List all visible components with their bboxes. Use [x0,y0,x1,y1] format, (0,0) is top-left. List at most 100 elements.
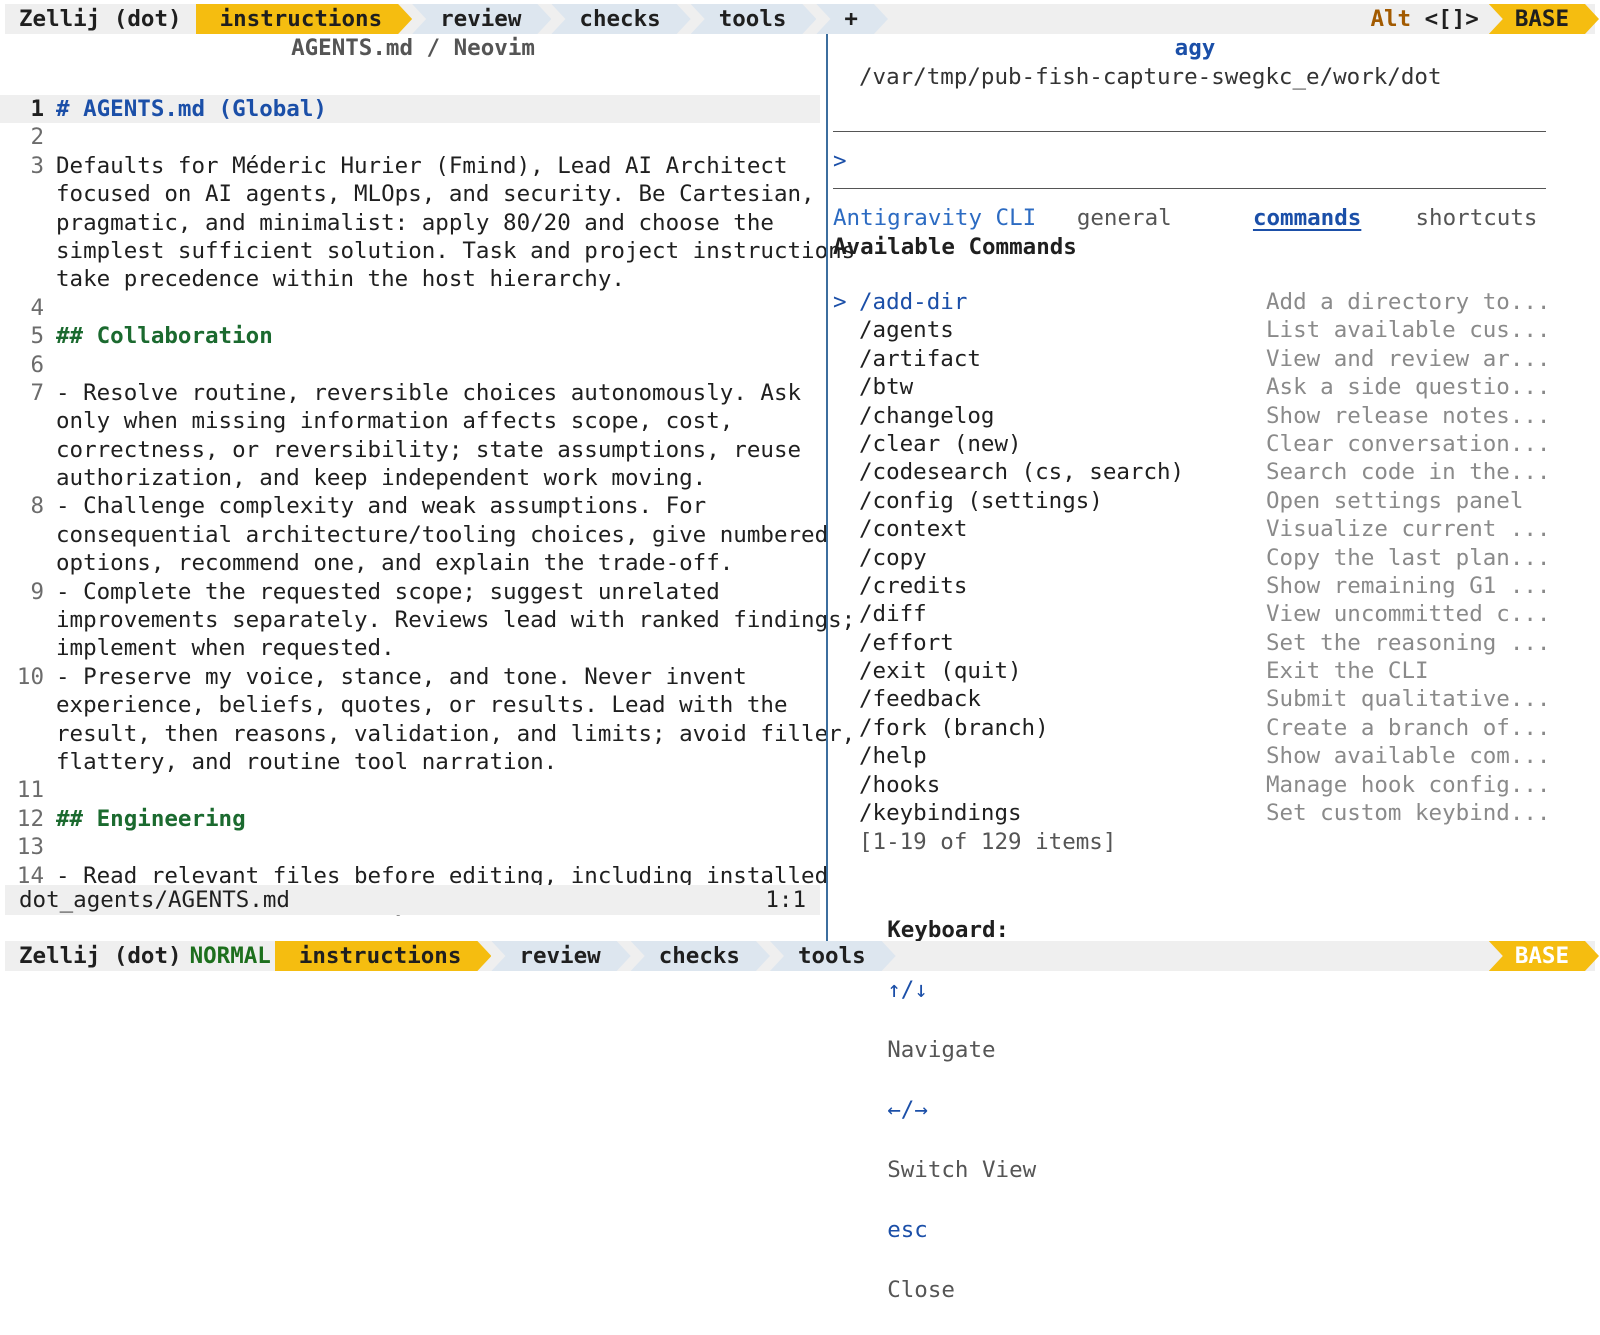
command-item[interactable]: /hooks Manage hook config... [833,771,1550,799]
up-down-arrows-icon: ↑/↓ [887,977,928,1003]
view-tab-general[interactable]: general [1077,205,1172,231]
editor-line[interactable]: 5 ## Collaboration [0,322,826,350]
close-label: Close [887,1277,955,1303]
editor-line[interactable]: 2 [0,123,826,151]
command-item[interactable]: /exit (quit) Exit the CLI [833,657,1546,685]
editor-line[interactable]: simplest sufficient solution. Task and p… [0,237,855,265]
agy-pane[interactable]: agy /var/tmp/pub-fish-capture-swegkc_e/w… [828,34,1600,1303]
editor-line[interactable]: take precedence within the host hierarch… [0,265,826,293]
editor-line[interactable]: 9 - Complete the requested scope; suggest… [0,578,826,606]
editor-line[interactable]: implement when requested. [0,634,826,662]
tab-gap [1537,205,1546,231]
command-name: /hooks [859,771,941,798]
editor-line[interactable]: 13 [0,833,826,861]
command-item[interactable]: /credits Show remaining G1 ... [833,572,1550,600]
editor-buffer[interactable]: 1 # AGENTS.md (Global) 2 3 Defaults for Méde… [0,95,855,918]
command-name: /credits [859,572,968,599]
tab-checks[interactable]: checks [551,4,690,34]
command-item[interactable]: /diff View uncommitted c... [833,600,1550,628]
command-item[interactable]: /clear (new) Clear conversation... [833,430,1550,458]
line-number: 2 [30,124,44,151]
command-description: List available cus... [1266,317,1551,344]
tab-review[interactable]: review [491,941,630,971]
switch-view-label: Switch View [887,1157,1037,1183]
editor-line[interactable]: options, recommend one, and explain the … [0,549,826,577]
tab-label: instructions [219,6,383,32]
editor-line[interactable]: improvements separately. Reviews lead wi… [0,606,855,634]
command-item[interactable]: /config (settings) Open settings panel [833,487,1546,515]
command-description: Add a directory to... [1266,289,1551,315]
view-tab-commands[interactable]: commands [1253,205,1361,231]
editor-line[interactable]: result, then reasons, validation, and li… [0,720,855,748]
editor-line[interactable]: 3 Defaults for Méderic Hurier (Fmind), Le… [0,152,826,180]
editor-line[interactable]: 1 # AGENTS.md (Global) [0,95,820,124]
editor-line[interactable]: 10 - Preserve my voice, stance, and tone.… [0,663,826,691]
command-description: View uncommitted c... [1266,601,1551,628]
command-description: Show remaining G1 ... [1266,572,1551,599]
command-item[interactable]: /artifact View and review ar... [833,345,1550,373]
tab-tools[interactable]: tools [691,4,817,34]
command-item[interactable]: /keybindings Set custom keybind... [833,799,1550,827]
command-item[interactable]: /agents List available cus... [833,316,1550,344]
command-name: /artifact [859,345,981,372]
line-text: only when missing information affects sc… [56,408,734,435]
command-item[interactable]: > /add-dir Add a directory to... [833,288,1550,316]
command-item[interactable]: /codesearch (cs, search) Search code in t… [833,458,1550,486]
editor-line[interactable]: correctness, or reversibility; state ass… [0,436,826,464]
editor-line[interactable]: 6 [0,351,826,379]
command-item[interactable]: /context Visualize current ... [833,515,1550,543]
alt-key-label: Alt [1370,6,1425,32]
editor-line[interactable]: authorization, and keep independent work… [0,464,826,492]
editor-line[interactable]: flattery, and routine tool narration. [0,748,826,776]
editor-line[interactable]: pragmatic, and minimalist: apply 80/20 a… [0,209,826,237]
alt-hint: Alt <[]> [1370,6,1478,32]
command-name: /config (settings) [859,487,1103,514]
editor-line[interactable]: 8 - Challenge complexity and weak assumpt… [0,492,826,520]
line-text: options, recommend one, and explain the … [56,550,734,577]
command-name: /changelog [859,402,995,429]
left-right-arrows-icon: ←/→ [887,1097,928,1123]
tab-label: checks [579,6,661,32]
line-number: 1 [30,96,44,122]
line-text: implement when requested. [56,635,395,662]
neovim-pane[interactable]: AGENTS.md / Neovim 1 # AGENTS.md (Global)… [0,34,855,941]
alt-brackets-label: <[]> [1424,6,1479,32]
line-text: - Complete the requested scope; suggest … [56,578,720,605]
tab-tools[interactable]: tools [770,941,896,971]
command-description: Search code in the... [1266,459,1551,486]
editor-line[interactable]: 4 [0,294,826,322]
tab-instructions[interactable]: instructions [196,4,413,34]
view-tab-shortcuts[interactable]: shortcuts [1416,205,1538,231]
editor-line[interactable]: only when missing information affects sc… [0,407,826,435]
command-name: /diff [859,601,927,628]
command-item[interactable]: /changelog Show release notes... [833,402,1550,430]
working-directory: /var/tmp/pub-fish-capture-swegkc_e/work/… [859,64,1442,90]
plus-icon: + [844,6,858,32]
new-tab-button[interactable]: + [816,4,888,34]
items-count: [1-19 of 129 items] [859,829,1117,855]
command-item[interactable]: /btw Ask a side questio... [833,373,1550,401]
editor-line[interactable]: 7 - Resolve routine, reversible choices a… [0,379,826,407]
command-name: /codesearch (cs, search) [859,459,1185,486]
tab-review[interactable]: review [412,4,551,34]
view-tab-antigravity-cli[interactable]: Antigravity CLI [833,205,1036,231]
editor-line[interactable]: 11 [0,776,826,804]
line-text: - Challenge complexity and weak assumpti… [56,493,707,520]
line-text: correctness, or reversibility; state ass… [56,436,802,463]
editor-line[interactable]: focused on AI agents, MLOps, and securit… [0,180,826,208]
editor-line[interactable]: consequential architecture/tooling choic… [0,521,828,549]
command-item[interactable]: /help Show available com... [833,742,1550,770]
command-description: Clear conversation... [1266,430,1551,457]
editor-line[interactable]: experience, beliefs, quotes, or results.… [0,691,826,719]
prompt-input[interactable]: > [833,146,847,176]
tab-instructions[interactable]: instructions [275,941,492,971]
command-item[interactable]: /fork (branch) Create a branch of... [833,714,1550,742]
help-view-tabs: Antigravity CLI general commands shortcu… [833,203,1546,233]
command-item[interactable]: /effort Set the reasoning ... [833,629,1550,657]
line-number: 13 [16,834,44,861]
command-item[interactable]: /copy Copy the last plan... [833,544,1550,572]
command-list[interactable]: > /add-dir Add a directory to... /agents Lis… [833,288,1550,827]
editor-line[interactable]: 12 ## Engineering [0,805,826,833]
tab-checks[interactable]: checks [631,941,770,971]
command-item[interactable]: /feedback Submit qualitative... [833,685,1550,713]
